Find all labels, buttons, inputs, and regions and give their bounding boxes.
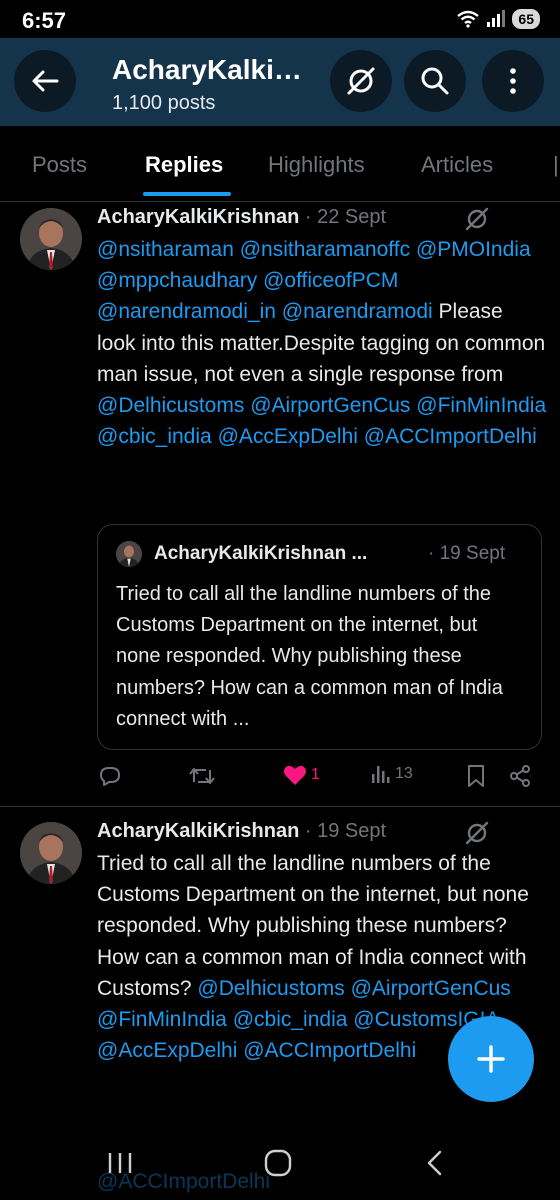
views-icon bbox=[372, 766, 390, 783]
share-button[interactable] bbox=[508, 764, 532, 788]
plus-icon bbox=[477, 1045, 505, 1073]
mention-link[interactable]: @PMOIndia bbox=[416, 238, 531, 261]
share-icon bbox=[510, 765, 530, 787]
like-button[interactable]: 1 bbox=[283, 764, 320, 786]
quoted-tweet[interactable]: AcharyKalkiKrishnan ... · 19 Sept Tried … bbox=[97, 524, 542, 750]
tweet-text: @nsitharaman @nsitharamanoffc @PMOIndia … bbox=[97, 234, 547, 452]
mention-link[interactable]: @FinMinIndia bbox=[97, 1008, 227, 1031]
tweet-divider bbox=[0, 806, 560, 807]
compose-button[interactable] bbox=[448, 1016, 534, 1102]
mention-link[interactable]: @ACCImportDelhi bbox=[243, 1039, 416, 1062]
mention-link[interactable]: @AccExpDelhi bbox=[97, 1039, 237, 1062]
mention-link[interactable]: @officeofPCM bbox=[263, 269, 398, 292]
profile-name: AcharyKalkiKrishnan bbox=[112, 54, 317, 85]
more-options-button[interactable] bbox=[482, 50, 544, 112]
tab-replies[interactable]: Replies bbox=[145, 152, 223, 178]
system-nav-bar bbox=[0, 1128, 560, 1200]
author-name[interactable]: AcharyKalkiKrishnan bbox=[97, 820, 299, 842]
mention-link[interactable]: @AccExpDelhi bbox=[218, 425, 358, 448]
quote-text: Tried to call all the landline numbers o… bbox=[116, 583, 503, 730]
bookmark-icon bbox=[468, 765, 484, 787]
retweet-button[interactable] bbox=[188, 764, 216, 788]
avatar[interactable] bbox=[20, 822, 82, 884]
system-back-button[interactable] bbox=[414, 1146, 454, 1180]
mention-link[interactable]: @narendramodi bbox=[282, 300, 433, 323]
like-count: 1 bbox=[311, 766, 320, 783]
search-icon bbox=[421, 67, 449, 95]
back-button[interactable] bbox=[14, 50, 76, 112]
views-button[interactable]: 13 bbox=[371, 764, 413, 784]
more-vertical-icon bbox=[510, 68, 516, 94]
mention-link[interactable]: @narendramodi_in bbox=[97, 300, 276, 323]
mention-link[interactable]: @ACCImportDelhi bbox=[364, 425, 537, 448]
heart-icon bbox=[284, 765, 306, 785]
grok-icon[interactable] bbox=[464, 820, 490, 846]
tweet-actions: 1 13 bbox=[0, 764, 560, 794]
quote-avatar bbox=[116, 541, 142, 567]
grok-icon bbox=[347, 67, 375, 95]
mention-link[interactable]: @mppchaudhary bbox=[97, 269, 257, 292]
author-name[interactable]: AcharyKalkiKrishnan bbox=[97, 206, 299, 228]
post-count: 1,100 posts bbox=[112, 92, 216, 114]
grok-button[interactable] bbox=[330, 50, 392, 112]
mention-link[interactable]: @Delhicustoms bbox=[197, 977, 344, 1000]
avatar[interactable] bbox=[20, 208, 82, 270]
back-arrow-icon bbox=[32, 70, 59, 92]
quote-author-name: AcharyKalkiKrishnan ... bbox=[154, 543, 368, 564]
mention-link[interactable]: @cbic_india bbox=[97, 425, 212, 448]
active-tab-indicator bbox=[143, 192, 231, 196]
scrolled-text-peek: @ACCImportDelhi bbox=[97, 1170, 271, 1193]
mention-link[interactable]: @FinMinIndia bbox=[416, 394, 546, 417]
profile-header: AcharyKalkiKrishnan 1,100 posts bbox=[0, 38, 560, 126]
tweet-reply[interactable]: AcharyKalkiKrishnan · 22 Sept @nsitharam… bbox=[0, 202, 560, 806]
wifi-icon bbox=[457, 10, 480, 28]
tab-highlights[interactable]: Highlights bbox=[268, 152, 365, 178]
signal-icon bbox=[487, 10, 506, 27]
mention-link[interactable]: @nsitharaman bbox=[97, 238, 234, 261]
quote-date: · 19 Sept bbox=[428, 543, 506, 564]
mention-link[interactable]: @Delhicustoms bbox=[97, 394, 244, 417]
mention-link[interactable]: @cbic_india bbox=[233, 1008, 348, 1031]
reply-icon bbox=[100, 767, 120, 786]
tweet-date: · 19 Sept bbox=[304, 820, 387, 842]
tweet-header: AcharyKalkiKrishnan · 19 Sept bbox=[97, 820, 386, 843]
status-time: 6:57 bbox=[22, 8, 67, 33]
tweet-date: · 22 Sept bbox=[304, 206, 387, 228]
reply-button[interactable] bbox=[98, 764, 122, 788]
chevron-left-icon bbox=[427, 1150, 442, 1176]
grok-icon[interactable] bbox=[464, 206, 490, 232]
tweet-header: AcharyKalkiKrishnan · 22 Sept bbox=[97, 206, 386, 229]
search-button[interactable] bbox=[404, 50, 466, 112]
mention-link[interactable]: @AirportGenCus bbox=[250, 394, 410, 417]
bookmark-button[interactable] bbox=[466, 764, 486, 788]
status-icons: 65 bbox=[456, 9, 540, 29]
tab-posts[interactable]: Posts bbox=[32, 152, 87, 178]
mention-link[interactable]: @nsitharamanoffc bbox=[240, 238, 410, 261]
tab-articles[interactable]: Articles bbox=[421, 152, 493, 178]
status-bar: 6:57 65 bbox=[0, 0, 560, 38]
view-count: 13 bbox=[395, 765, 413, 782]
profile-tabs: Posts Replies Highlights Articles | bbox=[0, 126, 560, 202]
tab-overflow-indicator[interactable]: | bbox=[553, 152, 559, 178]
battery-indicator: 65 bbox=[512, 9, 540, 29]
retweet-icon bbox=[189, 768, 215, 784]
mention-link[interactable]: @AirportGenCus bbox=[351, 977, 511, 1000]
